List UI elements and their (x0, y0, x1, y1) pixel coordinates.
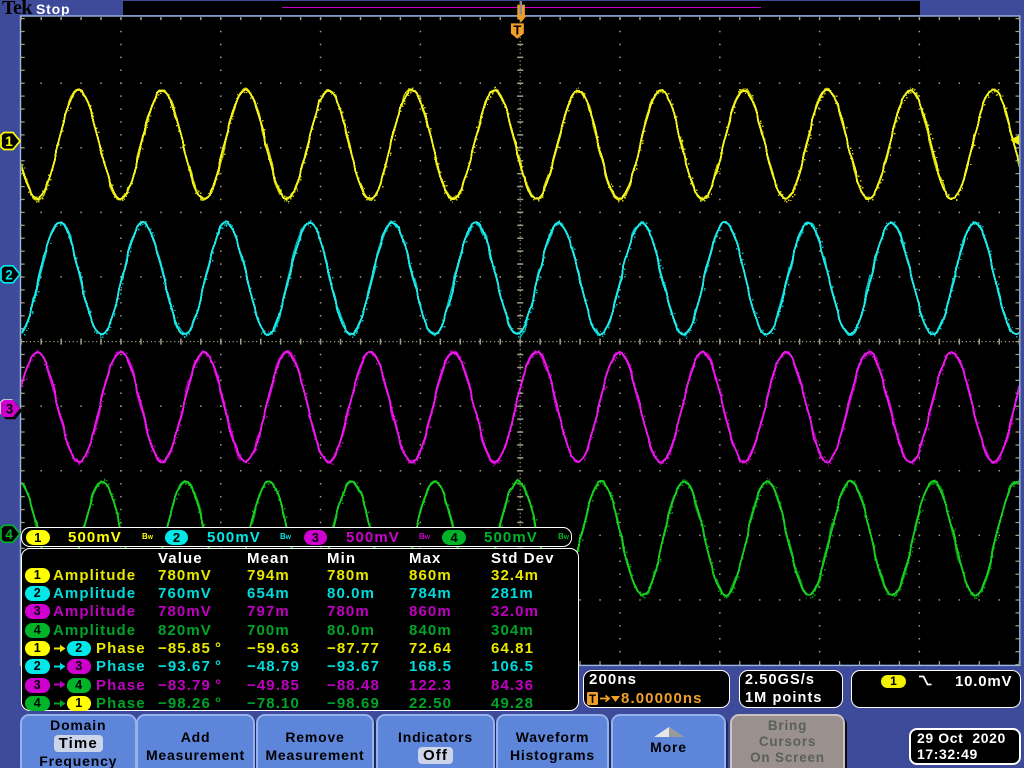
svg-text:4: 4 (5, 527, 13, 542)
svg-text:3: 3 (6, 402, 14, 417)
svg-text:2: 2 (5, 267, 13, 282)
svg-text:T: T (589, 694, 596, 706)
svg-text:T: T (513, 23, 521, 38)
svg-text:1: 1 (5, 134, 13, 149)
